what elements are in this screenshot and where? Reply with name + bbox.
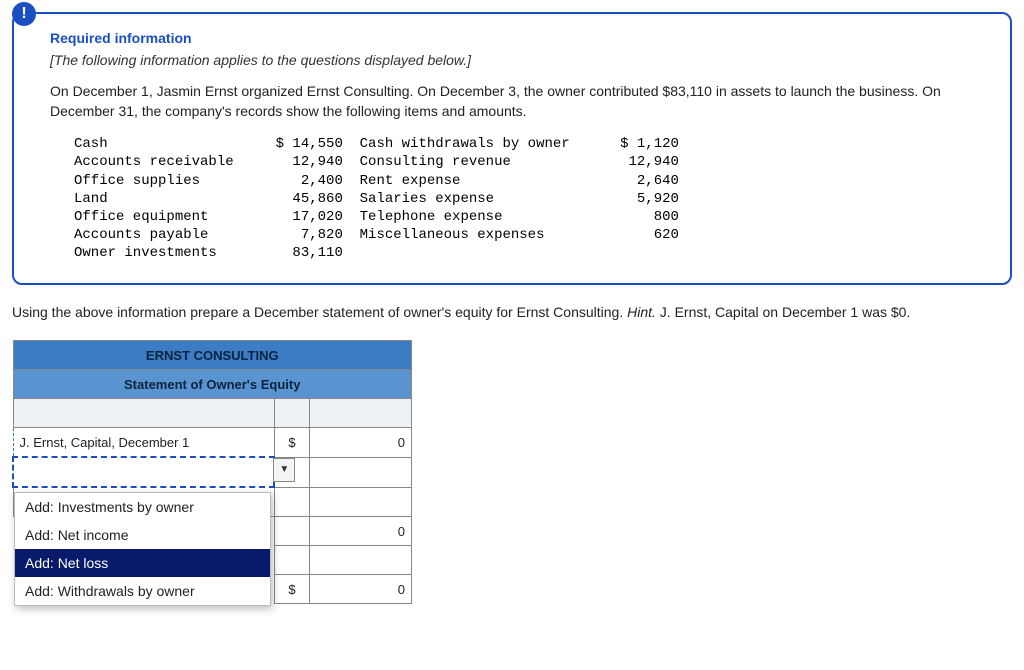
dropdown-option[interactable]: Add: Net loss (15, 549, 270, 577)
total-cell[interactable]: 0 (310, 575, 412, 604)
hint-label: Hint. (627, 304, 656, 320)
worksheet-cell[interactable] (310, 457, 412, 487)
dropdown-option[interactable]: Add: Investments by owner (15, 493, 270, 521)
required-info-subtitle: [The following information applies to th… (50, 52, 986, 68)
ledger-table: Cash $ 14,550 Cash withdrawals by owner … (50, 135, 986, 262)
capital-label-cell[interactable]: J. Ernst, Capital, December 1 (13, 428, 274, 458)
subtotal-cell[interactable]: 0 (310, 517, 412, 546)
dropdown-option[interactable]: Add: Net income (15, 521, 270, 549)
capital-amount-cell[interactable]: 0 (310, 428, 412, 458)
instruction-part-b: J. Ernst, Capital on December 1 was $0. (656, 304, 910, 320)
worksheet-cell[interactable] (274, 517, 309, 546)
worksheet-cell[interactable] (274, 487, 309, 517)
dollar-sign-cell: $ (274, 428, 309, 458)
instruction-part-a: Using the above information prepare a De… (12, 304, 627, 320)
dollar-sign-cell: $ (274, 575, 309, 604)
required-info-box: ! Required information [The following in… (12, 12, 1012, 285)
instruction-text: Using the above information prepare a De… (12, 303, 1012, 323)
dropdown-menu: Add: Investments by ownerAdd: Net income… (14, 492, 271, 606)
worksheet-company-header: ERNST CONSULTING (13, 341, 412, 370)
worksheet-cell[interactable] (13, 399, 274, 428)
worksheet-cell[interactable] (274, 546, 309, 575)
worksheet-cell[interactable] (310, 487, 412, 517)
worksheet-cell[interactable] (310, 546, 412, 575)
alert-icon: ! (12, 2, 36, 26)
dropdown-option[interactable]: Add: Withdrawals by owner (15, 577, 270, 605)
dropdown-active-cell[interactable]: ▼ (13, 457, 274, 487)
worksheet-cell[interactable] (310, 399, 412, 428)
worksheet-statement-header: Statement of Owner's Equity (13, 370, 412, 399)
scenario-paragraph: On December 1, Jasmin Ernst organized Er… (50, 82, 986, 121)
required-info-title: Required information (50, 30, 986, 46)
worksheet-cell[interactable] (274, 399, 309, 428)
dropdown-arrow-icon[interactable]: ▼ (273, 458, 295, 482)
